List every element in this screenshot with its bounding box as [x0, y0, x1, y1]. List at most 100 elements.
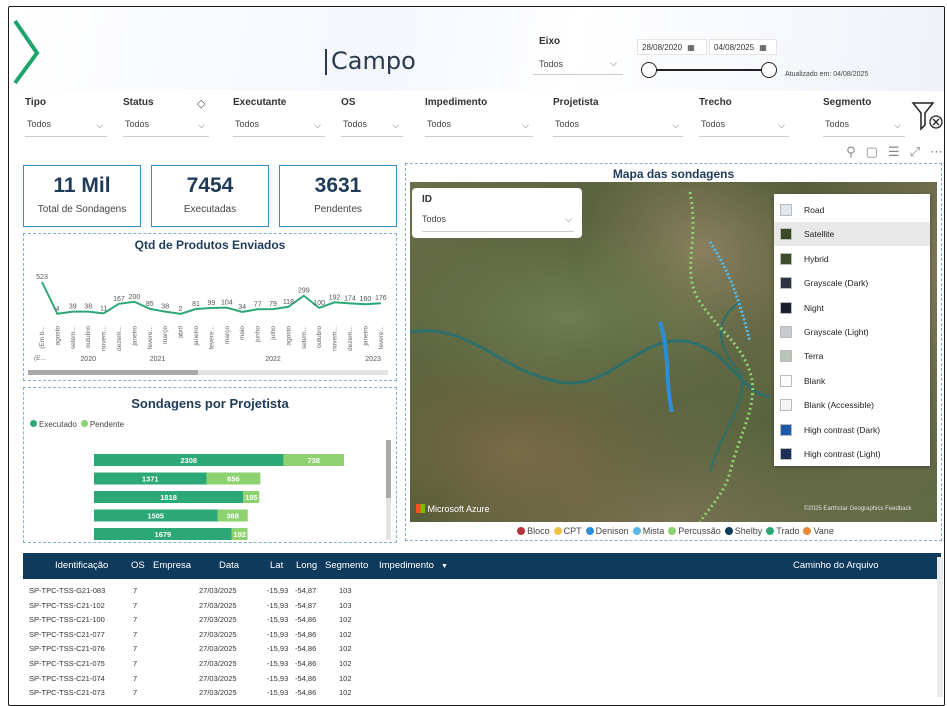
table-row[interactable]: SP-TPC-TSS-G21-083 7 27/03/2025 -15,93 -54,8… — [23, 583, 443, 598]
legend-entry[interactable]: Mista — [643, 526, 665, 536]
map-id-select[interactable]: Todos ⌵ — [422, 214, 574, 232]
legend-entry[interactable]: Denison — [596, 526, 629, 536]
kpi-card: 3631 Pendentes — [279, 165, 397, 227]
pin-icon[interactable]: ⚲ — [846, 144, 856, 160]
filter-select[interactable]: Todos ⌵ — [553, 119, 683, 137]
map-style-option[interactable]: Grayscale (Light) — [774, 320, 930, 344]
tick-label: agosto — [54, 326, 61, 346]
table-row[interactable]: SP-TPC-TSS-C21-102 7 27/03/2025 -15,93 -54,8… — [23, 598, 443, 613]
table-row[interactable]: SP-TPC-TSS-C21-075 7 27/03/2025 -15,93 -54,8… — [23, 656, 443, 671]
date-slider-track[interactable] — [649, 69, 769, 71]
date-end-input[interactable]: 04/08/2025 ▦ — [709, 39, 777, 55]
legend-entry[interactable]: Percussão — [678, 526, 721, 536]
legend-dot — [517, 527, 526, 535]
map-style-label: Night — [804, 302, 824, 313]
legend-entry[interactable]: CPT — [564, 526, 582, 536]
vertical-scrollbar[interactable] — [386, 440, 391, 540]
legend-entry[interactable]: Vane — [813, 526, 833, 536]
filter-select[interactable]: Todos ⌵ — [823, 119, 905, 137]
filter-value: Todos — [27, 119, 52, 129]
map-style-option[interactable]: Road — [774, 198, 930, 222]
eixo-select[interactable]: Todos ⌵ — [533, 55, 623, 75]
table-row[interactable]: SP-TPC-TSS-C21-100 7 27/03/2025 -15,93 -54,8… — [23, 612, 443, 627]
back-chevron-icon[interactable] — [13, 17, 43, 87]
map-style-option[interactable]: Hybrid — [774, 247, 930, 271]
map-style-thumbnail-icon — [780, 350, 792, 363]
clear-filters-icon[interactable] — [911, 99, 945, 133]
filter-label: Segmento — [823, 97, 872, 108]
table-cell: -15,93 — [267, 629, 289, 639]
date-slider-start-handle[interactable] — [641, 62, 657, 78]
table-cell: -54,86 — [295, 644, 317, 654]
column-header[interactable]: Segmento — [325, 560, 368, 571]
date-start-input[interactable]: 28/08/2020 ▦ — [637, 39, 707, 55]
filter-select[interactable]: Todos ⌵ — [233, 119, 325, 137]
filter-select[interactable]: Todos ⌵ — [123, 119, 209, 137]
more-options-icon[interactable]: ⋯ — [930, 144, 943, 160]
filter-select[interactable]: Todos ⌵ — [25, 119, 107, 137]
scrollbar-thumb[interactable] — [28, 370, 198, 375]
column-header[interactable]: Long — [296, 560, 317, 571]
table-cell: SP-TPC-TSS-C21-074 — [29, 673, 105, 683]
tick-label: julho — [270, 326, 277, 341]
table-row[interactable]: SP-TPC-TSS-C21-077 7 27/03/2025 -15,93 -54,8… — [23, 627, 443, 642]
legend-entry[interactable]: Shelby — [735, 526, 763, 536]
column-header[interactable]: Empresa — [153, 560, 191, 571]
legend-dot — [766, 527, 775, 535]
tick-label: setem... — [301, 326, 308, 349]
filter-select[interactable]: Todos ⌵ — [341, 119, 403, 137]
column-header[interactable]: Caminho do Arquivo — [793, 560, 879, 571]
map-style-option[interactable]: Terra — [774, 344, 930, 368]
horizontal-scrollbar[interactable] — [28, 370, 388, 375]
tick-label: fevere... — [147, 326, 154, 350]
filter-label: OS — [341, 97, 356, 108]
table-cell: -15,93 — [267, 659, 289, 668]
map-style-option[interactable]: Grayscale (Dark) — [774, 271, 930, 295]
data-label: 99 — [208, 300, 216, 307]
line-chart-svg: 523 4 39 38 11 167 200 85 38 2 81 99 104 34 77 79 118 299… — [34, 274, 387, 363]
kpi-value: 7454 — [186, 174, 234, 197]
focus-mode-icon[interactable]: ⤢ — [910, 144, 920, 160]
legend-dot — [668, 527, 677, 535]
table-row[interactable]: SP-TPC-TSS-C21-074 7 27/03/2025 -15,93 -54,8… — [23, 671, 443, 686]
date-start-value: 28/08/2020 — [642, 43, 683, 52]
data-label: 34 — [238, 304, 246, 311]
date-slider-end-handle[interactable] — [761, 62, 777, 78]
column-header[interactable]: Impedimento — [379, 560, 434, 571]
chevron-down-icon: ⌵ — [198, 120, 205, 130]
eraser-icon[interactable]: ◇ — [197, 97, 205, 110]
filter-value: Todos — [427, 119, 452, 129]
column-header[interactable]: Data — [219, 560, 239, 571]
table-scrollbar[interactable] — [937, 557, 943, 697]
filter-icon[interactable]: ☰ — [888, 144, 900, 160]
sort-arrow-icon[interactable]: ▼ — [441, 563, 448, 570]
column-header[interactable]: Lat — [270, 560, 283, 571]
legend-entry[interactable]: Trado — [776, 526, 799, 536]
eixo-value: Todos — [539, 59, 564, 69]
map-style-option[interactable]: High contrast (Dark) — [774, 418, 930, 442]
map-credit[interactable]: ©2025 Earthstar Geographics Feedback — [804, 506, 911, 512]
map-style-option[interactable]: Night — [774, 296, 930, 320]
table-cell: 7 — [133, 644, 138, 654]
bar-value-label: 195 — [245, 493, 258, 502]
filter-label: Impedimento — [425, 97, 488, 108]
legend-entry[interactable]: Bloco — [527, 526, 550, 536]
legend-dot — [585, 527, 594, 535]
filter-select[interactable]: Todos ⌵ — [425, 119, 533, 137]
map-style-option[interactable]: Blank — [774, 369, 930, 393]
microsoft-azure-brand: Microsoft Azure — [416, 504, 490, 514]
table-row[interactable]: SP-TPC-TSS-C21-073 7 27/03/2025 -15,93 -54,8… — [23, 685, 443, 700]
map-style-thumbnail-icon — [780, 399, 792, 412]
data-label: 11 — [100, 305, 107, 312]
map-style-option[interactable]: Blank (Accessible) — [774, 393, 930, 417]
scrollbar-thumb[interactable] — [386, 440, 391, 498]
filter-select[interactable]: Todos ⌵ — [699, 119, 789, 137]
map-style-option[interactable]: Satellite — [774, 222, 930, 247]
table-row[interactable]: SP-TPC-TSS-C21-076 7 27/03/2025 -15,93 -54,8… — [23, 641, 443, 656]
table-cell: 7 — [133, 673, 138, 683]
map-style-label: Hybrid — [804, 253, 829, 264]
column-header[interactable]: Identificação — [55, 560, 108, 571]
column-header[interactable]: OS — [131, 560, 145, 571]
map-style-option[interactable]: High contrast (Light) — [774, 442, 930, 466]
copy-icon[interactable]: ▢ — [866, 144, 878, 160]
